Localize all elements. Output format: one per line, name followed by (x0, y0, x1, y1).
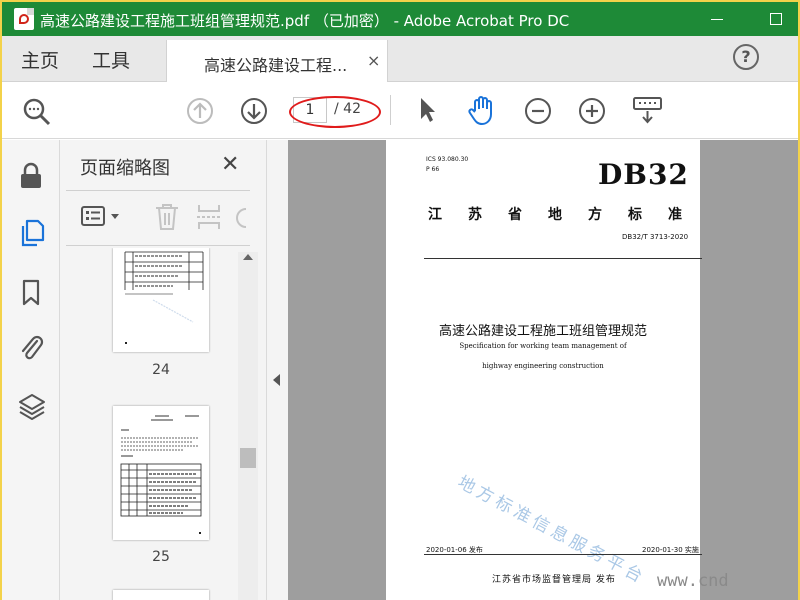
thumbnails-list: 24 25 (66, 248, 238, 600)
insert-page-icon[interactable] (195, 202, 223, 232)
panel-toolbar (60, 192, 260, 244)
scroll-up-arrow[interactable] (243, 254, 253, 260)
scrollbar-thumb[interactable] (240, 448, 256, 468)
toolbar-separator (390, 95, 391, 125)
rotate-icon[interactable] (234, 204, 248, 232)
hand-tool-icon[interactable] (466, 93, 498, 127)
thumbnails-panel: 页面缩略图 ✕ 24 25 (60, 140, 266, 600)
page-thumbnail-26[interactable] (113, 590, 209, 600)
pdf-file-icon (14, 8, 34, 30)
window-title: 高速公路建设工程施工班组管理规范.pdf （已加密） - Adobe Acrob… (40, 12, 570, 30)
page-thumbnails-icon[interactable] (18, 218, 46, 248)
document-title: 高速公路建设工程施工班组管理规范 (438, 324, 647, 339)
options-menu-icon[interactable] (80, 204, 126, 230)
highlight-oval (289, 96, 381, 128)
panel-divider (66, 190, 250, 191)
next-page-icon[interactable] (240, 97, 268, 125)
standard-code: DB32/T 3713-2020 (622, 233, 689, 241)
tab-bar: 主页 工具 高速公路建设工程... × ? (2, 36, 798, 82)
footer-rule (424, 554, 702, 555)
lock-icon[interactable] (18, 162, 44, 190)
standard-region: 江苏省地方标准 (428, 207, 708, 223)
maximize-button[interactable] (766, 9, 786, 29)
panel-title: 页面缩略图 (80, 158, 170, 179)
standard-logo: DB32 (598, 158, 689, 191)
close-panel-icon[interactable]: ✕ (221, 152, 239, 177)
title-bar: 高速公路建设工程施工班组管理规范.pdf （已加密） - Adobe Acrob… (2, 2, 798, 36)
left-rail (2, 140, 60, 600)
issuer: 江苏省市场监督管理局 发布 (492, 575, 616, 585)
pdf-page: ICS 93.080.30 P 66 DB32 江苏省地方标准 DB32/T 3… (386, 140, 702, 600)
document-title-en: highway engineering construction (482, 362, 604, 370)
header-rule (424, 258, 702, 259)
bookmark-icon[interactable] (18, 278, 44, 308)
zoom-in-icon[interactable] (578, 97, 606, 125)
document-viewer[interactable]: ICS 93.080.30 P 66 DB32 江苏省地方标准 DB32/T 3… (288, 140, 798, 600)
help-button[interactable]: ? (733, 44, 759, 70)
document-tab[interactable]: 高速公路建设工程... × (166, 40, 388, 82)
document-tab-label: 高速公路建设工程... (204, 56, 348, 75)
collapse-panel-arrow[interactable] (273, 374, 280, 386)
close-tab-icon[interactable]: × (367, 51, 380, 70)
tab-home[interactable]: 主页 (21, 46, 59, 73)
select-cursor-icon[interactable] (414, 95, 440, 125)
ics-code: ICS 93.080.30 (426, 156, 469, 163)
acrobat-window: 高速公路建设工程施工班组管理规范.pdf （已加密） - Adobe Acrob… (0, 0, 800, 600)
attachment-icon[interactable] (18, 332, 44, 364)
document-title-en: Specification for working team managemen… (459, 342, 627, 350)
page-thumbnail-24[interactable] (113, 248, 209, 352)
toolbar: 1 / 42 (2, 83, 798, 139)
site-watermark: www.cnd (657, 571, 729, 591)
panel-splitter[interactable] (266, 140, 288, 600)
previous-page-icon[interactable] (186, 97, 214, 125)
keyboard-icon[interactable] (632, 95, 664, 125)
search-icon[interactable] (22, 97, 52, 127)
thumbnail-content (120, 415, 202, 534)
panel-divider (66, 245, 250, 246)
minimize-button[interactable] (708, 9, 728, 29)
ccs-code: P 66 (426, 166, 440, 173)
tab-tools[interactable]: 工具 (92, 46, 130, 73)
zoom-out-icon[interactable] (524, 97, 552, 125)
thumbnail-page-number: 24 (152, 362, 170, 378)
thumbnail-content (124, 251, 204, 344)
delete-icon[interactable] (153, 202, 181, 232)
thumbnails-scrollbar[interactable] (238, 252, 258, 600)
layers-icon[interactable] (18, 392, 46, 422)
page-thumbnail-25[interactable] (113, 406, 209, 540)
thumbnail-page-number: 25 (152, 549, 170, 565)
watermark: 地方标准信息服务平台 (454, 472, 650, 589)
